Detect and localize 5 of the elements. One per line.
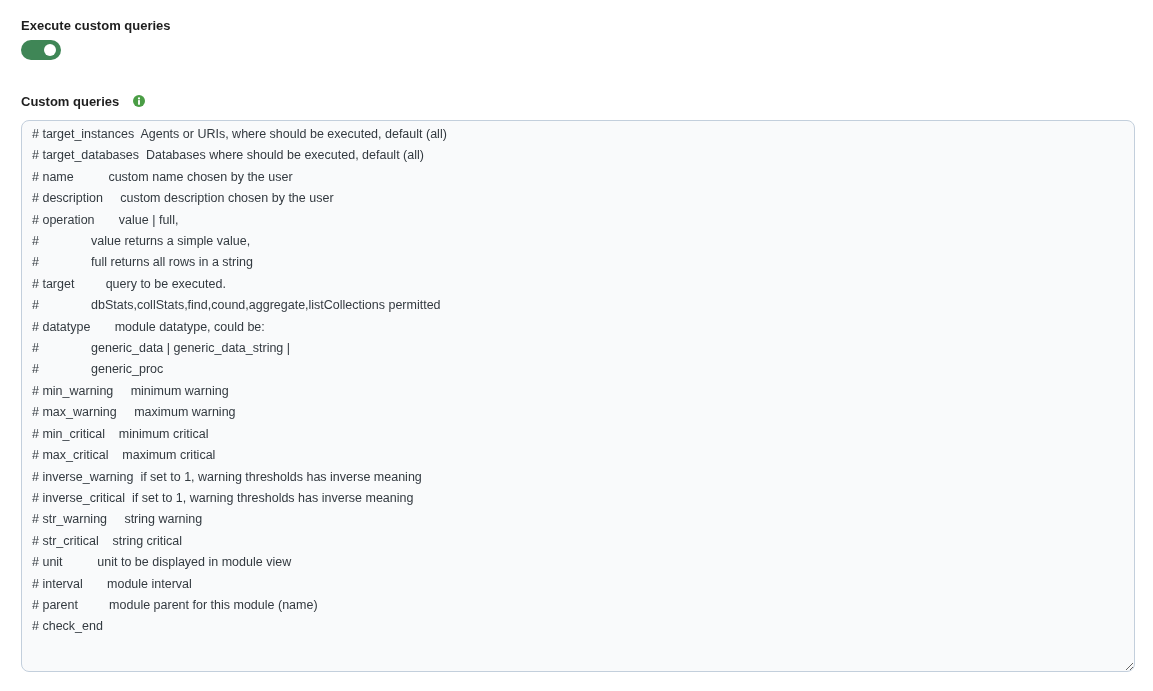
info-icon[interactable] <box>133 95 146 107</box>
field-label: Custom queries <box>21 94 120 110</box>
custom-queries-field[interactable]: # target_instances Agents or URIs, where should be executed, default (all) # target_databases Databases where should be executed, default (all) # name custom name chosen by the user # description custom description chosen by the user # operation value | full, # value returns a simple value, # full returns all rows in a string # target query to be executed. # dbStats,collStats,find,cound,aggregate,listCollections permitted # datatype module datatype, could be: # generic_data | generic_data_string | # generic_proc # min_warning minimum warning # max_warning maximum warning # min_critical minimum critical # max_critical maximum critical # inverse_warning if set to 1, warning thresholds has inverse meaning # inverse_critical if set to 1, warning thresholds has inverse meaning # str_warning string warning # str_critical string critical # unit unit to be displayed in module view # interval module interval # parent module parent for this module (name) # check_end <box>21 120 1135 672</box>
toggle-switch[interactable] <box>21 40 61 60</box>
field-label: Execute custom queries <box>21 18 171 34</box>
